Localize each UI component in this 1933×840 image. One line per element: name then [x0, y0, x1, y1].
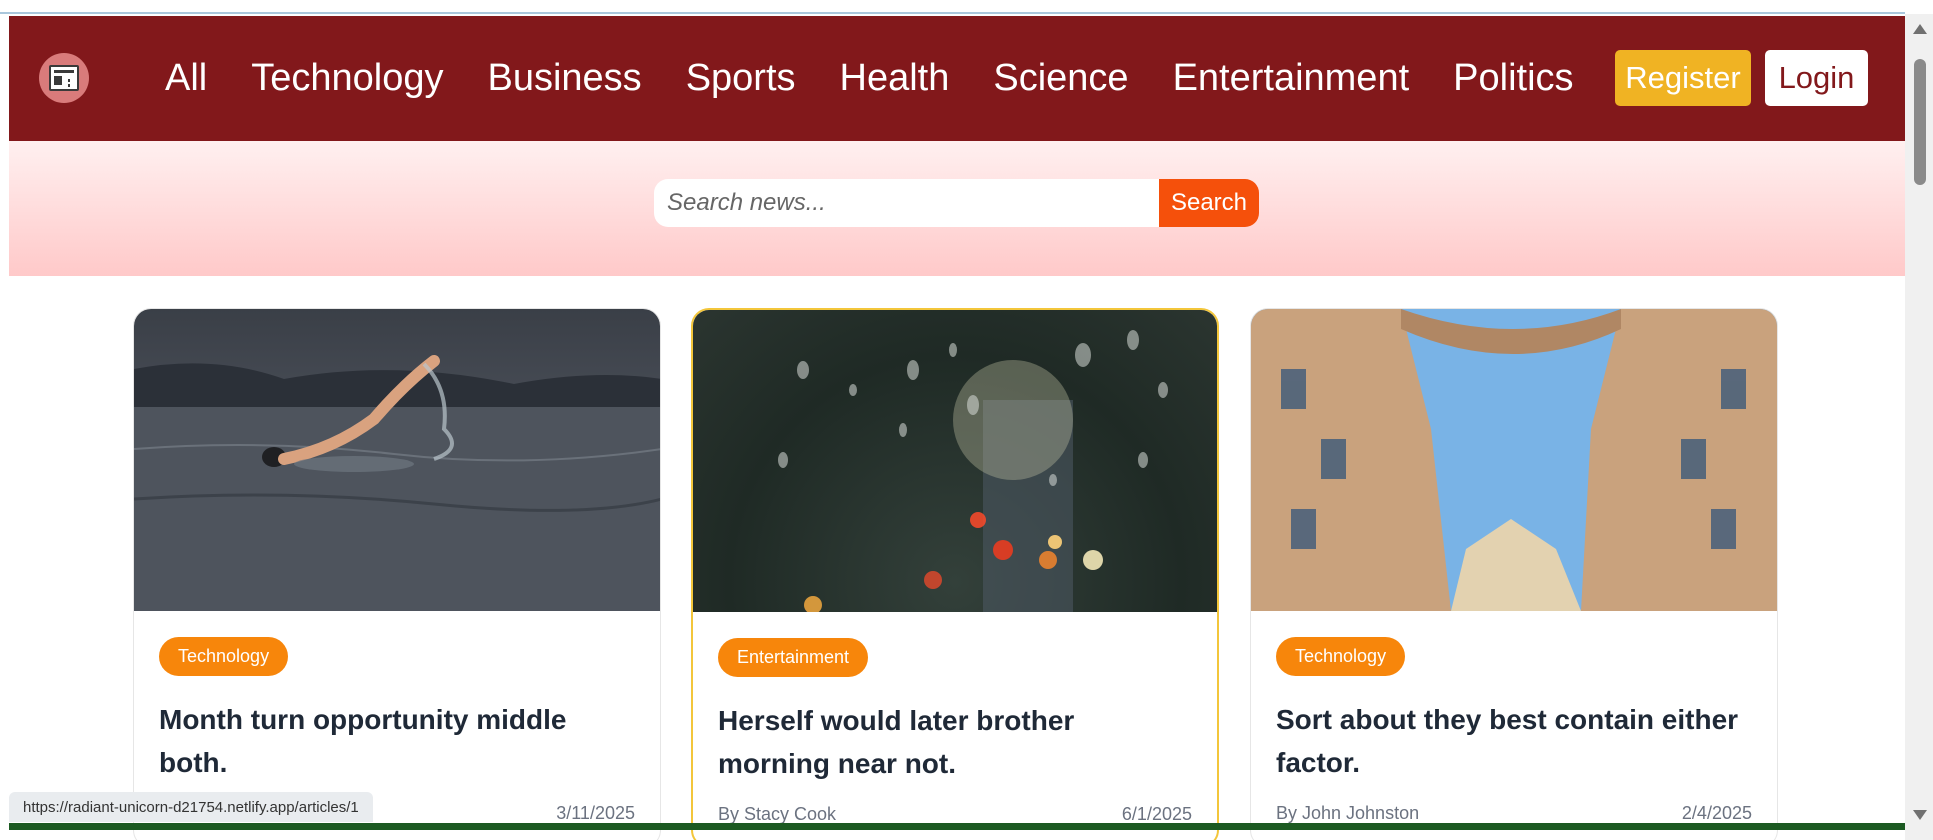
status-url: https://radiant-unicorn-d21754.netlify.a… — [9, 792, 373, 822]
article-image-rain[interactable] — [693, 310, 1217, 612]
browser-top-edge — [0, 0, 1905, 14]
article-title[interactable]: Herself would later brother morning near… — [718, 699, 1192, 785]
rain-window-scene — [778, 330, 1168, 612]
article-card[interactable]: Technology Month turn opportunity middle… — [133, 308, 661, 840]
nav-item-business[interactable]: Business — [487, 57, 641, 100]
article-author: By Stacy Cook — [718, 804, 837, 824]
article-title[interactable]: Month turn opportunity middle both. — [159, 698, 635, 784]
scrollbar[interactable] — [1905, 14, 1933, 840]
logo-newspaper-icon[interactable] — [39, 53, 89, 103]
newspaper-icon — [49, 65, 79, 91]
scroll-thumb[interactable] — [1914, 59, 1926, 185]
nav-item-all[interactable]: All — [165, 57, 207, 100]
category-badge[interactable]: Technology — [1276, 637, 1406, 676]
article-card[interactable]: Entertainment Herself would later brothe… — [691, 308, 1219, 840]
article-card[interactable]: Technology Sort about they best contain … — [1250, 308, 1778, 840]
register-button[interactable]: Register — [1615, 50, 1751, 106]
nav-item-health[interactable]: Health — [840, 57, 950, 100]
category-badge[interactable]: Entertainment — [718, 638, 869, 677]
article-author: By John Johnston — [1276, 803, 1420, 823]
bottom-bar — [9, 823, 1905, 830]
article-title[interactable]: Sort about they best contain either fact… — [1276, 698, 1752, 784]
article-image-buildings[interactable] — [1251, 309, 1777, 611]
article-meta: By John Johnston 2/4/2025 — [1276, 803, 1752, 824]
article-date: 6/1/2025 — [1121, 804, 1192, 824]
search-button[interactable]: Search — [1159, 179, 1259, 227]
article-image-swimmer[interactable] — [134, 309, 660, 611]
login-button[interactable]: Login — [1765, 50, 1868, 106]
article-date: 3/11/2025 — [556, 803, 635, 823]
nav-item-technology[interactable]: Technology — [251, 57, 443, 100]
nav-item-entertainment[interactable]: Entertainment — [1173, 57, 1410, 100]
search-input[interactable] — [654, 179, 1159, 227]
page: All Technology Business Sports Health Sc… — [0, 0, 1933, 840]
nav-item-science[interactable]: Science — [993, 57, 1128, 100]
category-badge[interactable]: Technology — [159, 637, 289, 676]
buildings-scene — [1251, 309, 1777, 611]
article-date: 2/4/2025 — [1681, 803, 1752, 823]
nav-item-sports[interactable]: Sports — [686, 57, 796, 100]
nav-item-politics[interactable]: Politics — [1453, 57, 1573, 100]
swimmer-scene — [134, 355, 660, 611]
main-navbar: All Technology Business Sports Health Sc… — [9, 16, 1905, 141]
search-section: Search — [9, 141, 1905, 276]
scroll-up-arrow-icon[interactable] — [1913, 24, 1927, 34]
scroll-down-arrow-icon[interactable] — [1913, 810, 1927, 820]
article-meta: By Stacy Cook 6/1/2025 — [718, 804, 1192, 825]
category-nav: All Technology Business Sports Health Sc… — [165, 16, 1618, 141]
